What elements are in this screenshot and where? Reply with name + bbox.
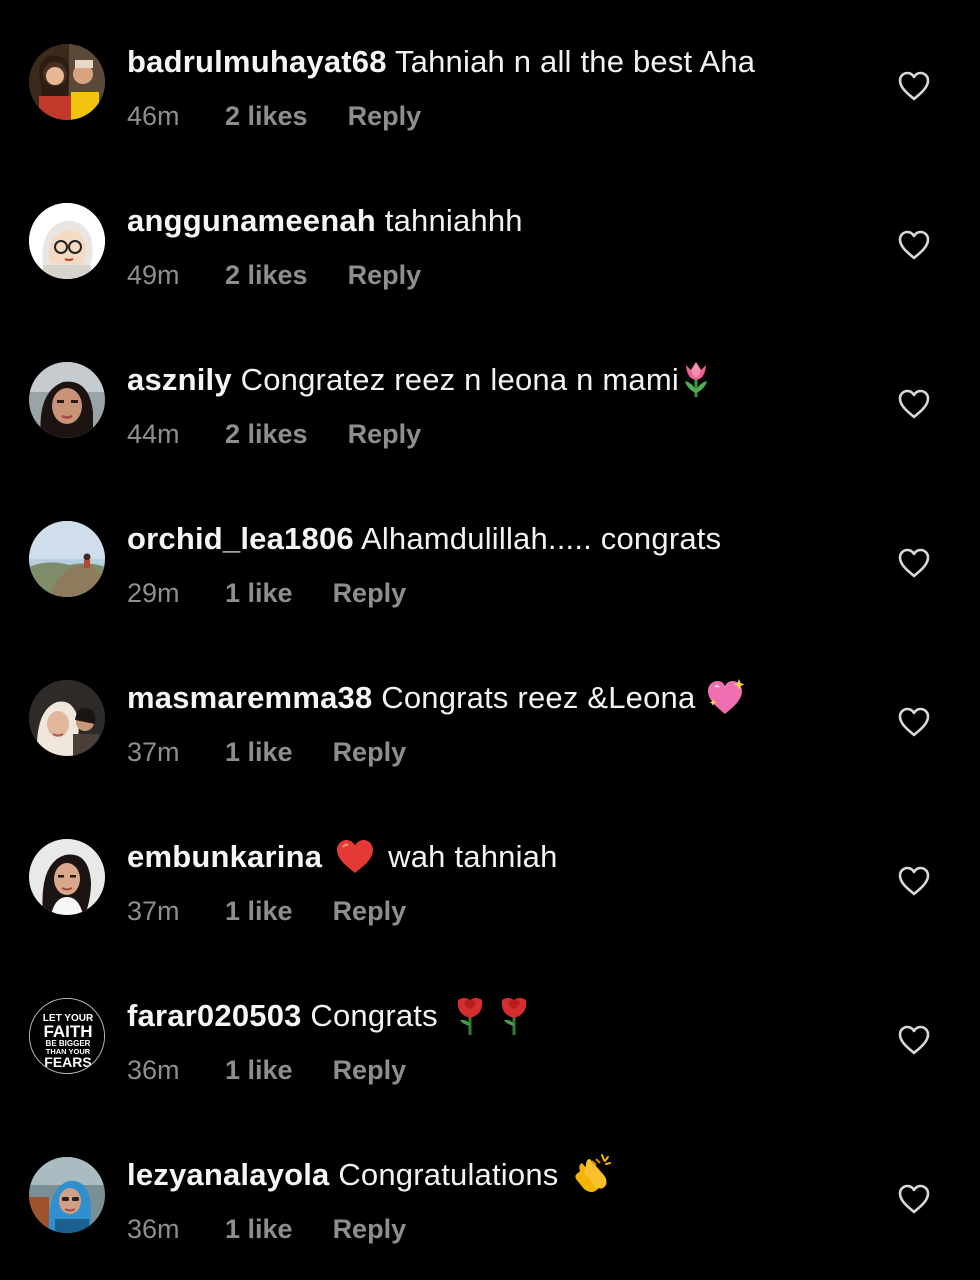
comment-meta: 49m 2 likes Reply bbox=[127, 255, 421, 295]
likes-count[interactable]: 1 like bbox=[225, 732, 293, 772]
avatar-woman-portrait-icon bbox=[29, 839, 105, 915]
red-heart-emoji-icon bbox=[337, 839, 374, 873]
comment-item: badrulmuhayat68 Tahniah n all the best A… bbox=[0, 0, 980, 140]
avatar-mountain-landscape-icon bbox=[29, 521, 105, 597]
comment-item: asznily Congratez reez n leona n mami 44… bbox=[0, 318, 980, 458]
comment-text-line: anggunameenah tahniahhh bbox=[127, 199, 523, 243]
comment-text-line: orchid_lea1806 Alhamdulillah..... congra… bbox=[127, 517, 721, 561]
avatar-faith-text-icon: LET YOUR FAITH BE BIGGER THAN YOUR FEARS bbox=[30, 999, 104, 1073]
comment-meta: 46m 2 likes Reply bbox=[127, 96, 421, 136]
avatar[interactable]: LET YOUR FAITH BE BIGGER THAN YOUR FEARS bbox=[29, 998, 105, 1074]
comment-text: Alhamdulillah..... congrats bbox=[360, 521, 722, 556]
comment-text-line: embunkarina wah tahniah bbox=[127, 835, 558, 879]
comment-time: 29m bbox=[127, 578, 180, 608]
comment-time: 36m bbox=[127, 1055, 180, 1085]
comment-text-line: farar020503 Congrats bbox=[127, 994, 534, 1038]
comment-text: Congrats bbox=[310, 998, 438, 1033]
likes-count[interactable]: 2 likes bbox=[225, 414, 308, 454]
comment-text-line: lezyanalayola Congratulations bbox=[127, 1153, 614, 1197]
avatar[interactable] bbox=[29, 1157, 105, 1233]
username-link[interactable]: masmaremma38 bbox=[127, 680, 372, 715]
avatar[interactable] bbox=[29, 203, 105, 279]
rose-emoji-icon bbox=[501, 997, 527, 1035]
like-heart-icon[interactable] bbox=[897, 1024, 931, 1056]
username-link[interactable]: lezyanalayola bbox=[127, 1157, 330, 1192]
comment-text: Congratulations bbox=[338, 1157, 559, 1192]
reply-button[interactable]: Reply bbox=[333, 1209, 407, 1249]
likes-count[interactable]: 1 like bbox=[225, 1050, 293, 1090]
comment-text-line: asznily Congratez reez n leona n mami bbox=[127, 358, 713, 402]
comment-text: Congrats reez &Leona bbox=[381, 680, 696, 715]
avatar[interactable] bbox=[29, 44, 105, 120]
comment-time: 49m bbox=[127, 260, 180, 290]
sparkling-heart-emoji-icon bbox=[708, 678, 745, 714]
username-link[interactable]: badrulmuhayat68 bbox=[127, 44, 387, 79]
likes-count[interactable]: 1 like bbox=[225, 1209, 293, 1249]
avatar-woman-selfie-icon bbox=[29, 362, 105, 438]
comment-list: badrulmuhayat68 Tahniah n all the best A… bbox=[0, 0, 980, 1280]
username-link[interactable]: orchid_lea1806 bbox=[127, 521, 354, 556]
likes-count[interactable]: 1 like bbox=[225, 573, 293, 613]
like-heart-icon[interactable] bbox=[897, 229, 931, 261]
comment-time: 37m bbox=[127, 737, 180, 767]
like-heart-icon[interactable] bbox=[897, 865, 931, 897]
comment-item: anggunameenah tahniahhh 49m 2 likes Reply bbox=[0, 159, 980, 299]
comment-item: LET YOUR FAITH BE BIGGER THAN YOUR FEARS… bbox=[0, 954, 980, 1094]
comment-time: 36m bbox=[127, 1214, 180, 1244]
comment-item: embunkarina wah tahniah 37m 1 like Reply bbox=[0, 795, 980, 935]
username-link[interactable]: asznily bbox=[127, 362, 232, 397]
like-heart-icon[interactable] bbox=[897, 547, 931, 579]
clapping-hands-emoji-icon bbox=[575, 1153, 612, 1192]
comment-meta: 37m 1 like Reply bbox=[127, 891, 406, 931]
reply-button[interactable]: Reply bbox=[348, 96, 422, 136]
avatar-cartoon-hijab-icon bbox=[29, 203, 105, 279]
avatar[interactable] bbox=[29, 839, 105, 915]
like-heart-icon[interactable] bbox=[897, 70, 931, 102]
reply-button[interactable]: Reply bbox=[333, 732, 407, 772]
avatar[interactable] bbox=[29, 521, 105, 597]
comment-text: tahniahhh bbox=[384, 203, 523, 238]
rose-emoji-icon bbox=[457, 997, 483, 1035]
comment-meta: 44m 2 likes Reply bbox=[127, 414, 421, 454]
comment-item: lezyanalayola Congratulations 36m 1 like R… bbox=[0, 1113, 980, 1253]
username-link[interactable]: embunkarina bbox=[127, 839, 322, 874]
avatar-women-hijab-icon bbox=[29, 680, 105, 756]
tulip-emoji-icon bbox=[684, 361, 707, 397]
comment-time: 37m bbox=[127, 896, 180, 926]
like-heart-icon[interactable] bbox=[897, 1183, 931, 1215]
username-link[interactable]: farar020503 bbox=[127, 998, 302, 1033]
reply-button[interactable]: Reply bbox=[333, 573, 407, 613]
like-heart-icon[interactable] bbox=[897, 706, 931, 738]
comment-text: Congratez reez n leona n mami bbox=[240, 362, 679, 397]
comment-text-line: badrulmuhayat68 Tahniah n all the best A… bbox=[127, 40, 755, 84]
comment-meta: 36m 1 like Reply bbox=[127, 1209, 406, 1249]
comment-item: orchid_lea1806 Alhamdulillah..... congra… bbox=[0, 477, 980, 617]
comment-time: 46m bbox=[127, 101, 180, 131]
reply-button[interactable]: Reply bbox=[333, 891, 407, 931]
avatar-woman-outdoor-icon bbox=[29, 1157, 105, 1233]
comment-time: 44m bbox=[127, 419, 180, 449]
avatar[interactable] bbox=[29, 362, 105, 438]
comment-text: Tahniah n all the best Aha bbox=[394, 44, 756, 79]
likes-count[interactable]: 2 likes bbox=[225, 255, 308, 295]
comment-meta: 29m 1 like Reply bbox=[127, 573, 406, 613]
comment-text: wah tahniah bbox=[388, 839, 558, 874]
comment-meta: 36m 1 like Reply bbox=[127, 1050, 406, 1090]
comment-item: masmaremma38 Congrats reez &Leona 37m 1 l… bbox=[0, 636, 980, 776]
like-heart-icon[interactable] bbox=[897, 388, 931, 420]
avatar[interactable] bbox=[29, 680, 105, 756]
avatar-couple-photo-icon bbox=[29, 44, 105, 120]
reply-button[interactable]: Reply bbox=[333, 1050, 407, 1090]
username-link[interactable]: anggunameenah bbox=[127, 203, 376, 238]
avatar-text-line: FEARS bbox=[44, 1054, 91, 1070]
comment-meta: 37m 1 like Reply bbox=[127, 732, 406, 772]
comment-text-line: masmaremma38 Congrats reez &Leona bbox=[127, 676, 747, 720]
reply-button[interactable]: Reply bbox=[348, 414, 422, 454]
likes-count[interactable]: 2 likes bbox=[225, 96, 308, 136]
reply-button[interactable]: Reply bbox=[348, 255, 422, 295]
likes-count[interactable]: 1 like bbox=[225, 891, 293, 931]
